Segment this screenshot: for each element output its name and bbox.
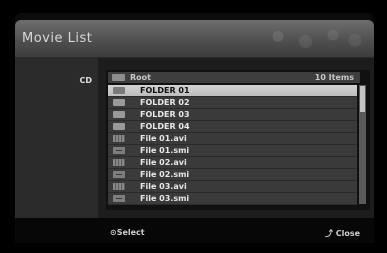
subtitle-file-icon bbox=[113, 171, 125, 178]
list-item-label: File 02.smi bbox=[140, 170, 190, 179]
list-header-root[interactable]: Root 10 Items bbox=[108, 72, 360, 83]
list-item-label: File 03.smi bbox=[140, 194, 190, 203]
video-file-icon bbox=[113, 135, 125, 142]
subtitle-file-icon bbox=[113, 147, 125, 154]
scrollbar-thumb[interactable] bbox=[360, 86, 365, 112]
list-item[interactable]: FOLDER 02 bbox=[108, 97, 357, 109]
item-count: 10 Items bbox=[314, 73, 354, 82]
folder-icon bbox=[113, 111, 125, 118]
list-item-label: File 03.avi bbox=[140, 182, 187, 191]
list-item-label: FOLDER 03 bbox=[140, 110, 190, 119]
footer-bar bbox=[15, 218, 374, 243]
list-item-label: FOLDER 02 bbox=[140, 98, 190, 107]
close-hint[interactable]: ⤴ Close bbox=[325, 228, 360, 239]
list-item-label: FOLDER 04 bbox=[140, 122, 190, 131]
folder-icon bbox=[113, 99, 125, 106]
list-item[interactable]: FOLDER 04 bbox=[108, 121, 357, 133]
folder-icon bbox=[113, 123, 125, 130]
media-type-label: CD bbox=[79, 76, 92, 85]
list-item[interactable]: File 03.smi bbox=[108, 193, 357, 205]
video-file-icon bbox=[113, 159, 125, 166]
list-scrollbar[interactable] bbox=[359, 85, 366, 204]
folder-icon bbox=[113, 87, 125, 94]
list-item-label: File 02.avi bbox=[140, 158, 187, 167]
root-label: Root bbox=[130, 73, 151, 82]
list-item-label: FOLDER 01 bbox=[140, 86, 190, 95]
list-item[interactable]: File 02.smi bbox=[108, 169, 357, 181]
subtitle-file-icon bbox=[113, 195, 125, 202]
list-item[interactable]: FOLDER 01 bbox=[108, 85, 357, 97]
title-decoration bbox=[256, 26, 366, 52]
list-item[interactable]: File 02.avi bbox=[108, 157, 357, 169]
list-item[interactable]: FOLDER 03 bbox=[108, 109, 357, 121]
video-file-icon bbox=[113, 183, 125, 190]
select-hint: ⊙Select bbox=[110, 228, 145, 237]
list-item[interactable]: File 01.smi bbox=[108, 145, 357, 157]
list-item[interactable]: File 03.avi bbox=[108, 181, 357, 193]
file-list: FOLDER 01 FOLDER 02 FOLDER 03 FOLDER 04 … bbox=[108, 85, 357, 205]
list-item-label: File 01.avi bbox=[140, 134, 187, 143]
page-title: Movie List bbox=[22, 31, 93, 46]
folder-icon bbox=[112, 74, 125, 81]
list-item[interactable]: File 01.avi bbox=[108, 133, 357, 145]
list-item-label: File 01.smi bbox=[140, 146, 190, 155]
